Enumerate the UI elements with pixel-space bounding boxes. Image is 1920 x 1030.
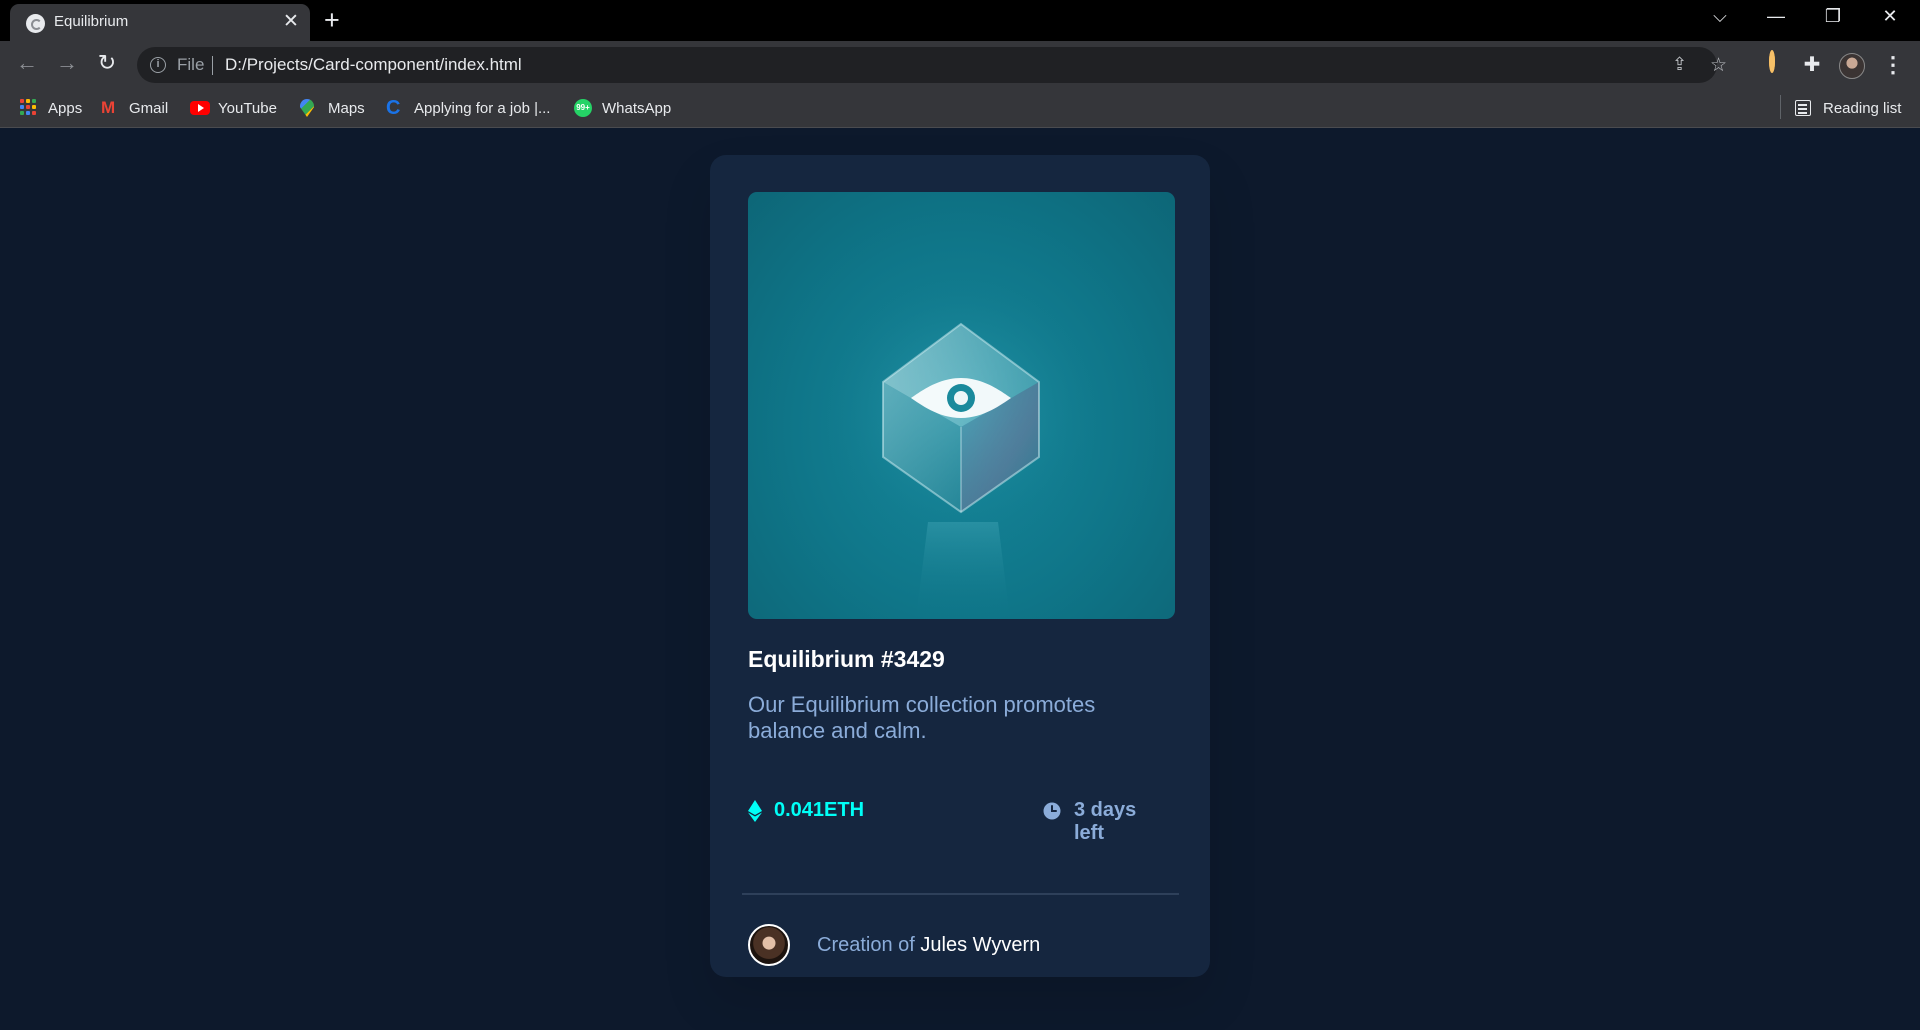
price-value: 0.041ETH — [774, 799, 865, 821]
bookmark-gmail[interactable]: M Gmail — [101, 97, 168, 119]
url-text[interactable]: D:/Projects/Card-component/index.html — [225, 55, 522, 75]
ethereum-icon — [748, 800, 762, 822]
card-divider — [742, 893, 1179, 895]
menu-icon[interactable]: ⋮ — [1880, 53, 1906, 79]
globe-icon — [26, 14, 45, 33]
info-icon[interactable]: i — [150, 57, 166, 73]
tab-search-icon[interactable]: ⌵ — [1700, 6, 1740, 27]
bookmark-whatsapp[interactable]: 99+ WhatsApp — [574, 97, 671, 119]
profile-avatar[interactable] — [1839, 53, 1865, 79]
c-icon: C — [386, 97, 401, 119]
clock-icon — [1043, 802, 1061, 820]
bookmarks-bar: Apps M Gmail YouTube Maps C Applying for… — [0, 89, 1920, 128]
reading-list-icon — [1795, 100, 1811, 116]
tab-title: Equilibrium — [54, 13, 129, 30]
card-title[interactable]: Equilibrium #3429 — [748, 646, 945, 673]
reload-button[interactable]: ↻ — [92, 51, 122, 75]
url-separator — [212, 56, 213, 75]
puzzle-icon[interactable]: ✚ — [1799, 53, 1825, 79]
bookmark-label: Gmail — [129, 99, 169, 117]
bookmark-applying-for-job[interactable]: C Applying for a job |... — [386, 97, 550, 119]
bookmark-label: Apps — [48, 99, 83, 117]
restore-button[interactable]: ❐ — [1813, 6, 1853, 27]
bookmark-apps[interactable]: Apps — [20, 97, 82, 119]
bookmark-label: WhatsApp — [602, 99, 672, 117]
back-button[interactable]: ← — [12, 51, 42, 75]
share-icon[interactable]: ⇪ — [1672, 54, 1687, 75]
minimize-button[interactable]: — — [1756, 6, 1796, 27]
bookmark-label: Maps — [328, 99, 365, 117]
bookmark-label: YouTube — [218, 99, 277, 117]
card-description: Our Equilibrium collection promotes bala… — [748, 692, 1096, 743]
close-tab-icon[interactable]: ✕ — [280, 10, 302, 33]
browser-tab[interactable]: Equilibrium ✕ — [10, 4, 310, 41]
attribution-prefix: Creation of — [817, 934, 921, 956]
eye-icon[interactable] — [748, 192, 1175, 619]
close-window-button[interactable]: ✕ — [1870, 6, 1910, 27]
whatsapp-icon: 99+ — [574, 99, 592, 117]
apps-icon — [20, 99, 38, 117]
creator-avatar — [748, 924, 790, 966]
bookmark-divider — [1780, 95, 1781, 119]
bookmark-maps[interactable]: Maps — [300, 97, 365, 119]
bookmark-star-icon[interactable]: ☆ — [1710, 54, 1727, 77]
nft-card: Equilibrium #3429 Our Equilibrium collec… — [710, 155, 1210, 977]
creator-name-link[interactable]: Jules Wyvern — [920, 934, 1040, 956]
time-left: 3 days left — [1074, 799, 1137, 844]
url-scheme: File — [177, 55, 205, 74]
creator-attribution: Creation of Jules Wyvern — [817, 934, 1040, 957]
forward-button[interactable]: → — [52, 51, 82, 75]
nft-image[interactable] — [748, 192, 1175, 619]
new-tab-button[interactable]: + — [324, 4, 340, 36]
price-row: 0.041ETH 3 days left — [748, 796, 1165, 844]
browser-toolbar: ← → ↻ i File D:/Projects/Card-component/… — [0, 41, 1920, 89]
reading-list-button[interactable]: Reading list — [1795, 97, 1901, 119]
bookmark-youtube[interactable]: YouTube — [190, 97, 277, 119]
extension-icon[interactable] — [1759, 50, 1785, 79]
page-viewport: Equilibrium #3429 Our Equilibrium collec… — [0, 129, 1920, 1030]
youtube-icon — [190, 99, 210, 117]
bookmark-label: Applying for a job |... — [414, 99, 551, 117]
tab-strip: Equilibrium ✕ + ⌵ — ❐ ✕ — [0, 0, 1920, 41]
gmail-icon: M — [101, 98, 116, 117]
address-bar[interactable]: i File D:/Projects/Card-component/index.… — [137, 47, 1727, 83]
maps-icon — [300, 99, 318, 117]
reading-list-label: Reading list — [1823, 99, 1902, 117]
